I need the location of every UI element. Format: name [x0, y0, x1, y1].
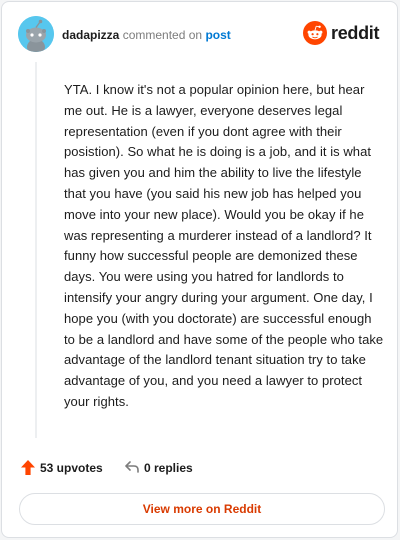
view-more-button[interactable]: View more on Reddit	[19, 493, 385, 525]
comment-card: dadapizza commented on post reddit YTA. …	[1, 1, 398, 538]
reddit-logo[interactable]: reddit	[303, 21, 381, 47]
replies-count: 0 replies	[144, 461, 193, 475]
post-link[interactable]: post	[205, 28, 230, 42]
comment-header: dadapizza commented on post reddit	[18, 16, 383, 52]
action-text: commented on	[122, 28, 203, 42]
snoo-avatar-icon[interactable]	[18, 16, 54, 52]
comment-body: YTA. I know it's not a popular opinion h…	[64, 82, 384, 409]
reply-arrow-icon	[125, 461, 139, 473]
username-link[interactable]: dadapizza	[62, 28, 119, 42]
comment-meta: dadapizza commented on post	[62, 28, 231, 42]
reddit-wordmark: reddit	[331, 23, 380, 43]
reddit-logo-icon	[303, 21, 327, 45]
thread-line[interactable]	[35, 62, 37, 438]
upvote-count: 53 upvotes	[40, 461, 103, 475]
upvote-arrow-icon	[21, 460, 35, 475]
